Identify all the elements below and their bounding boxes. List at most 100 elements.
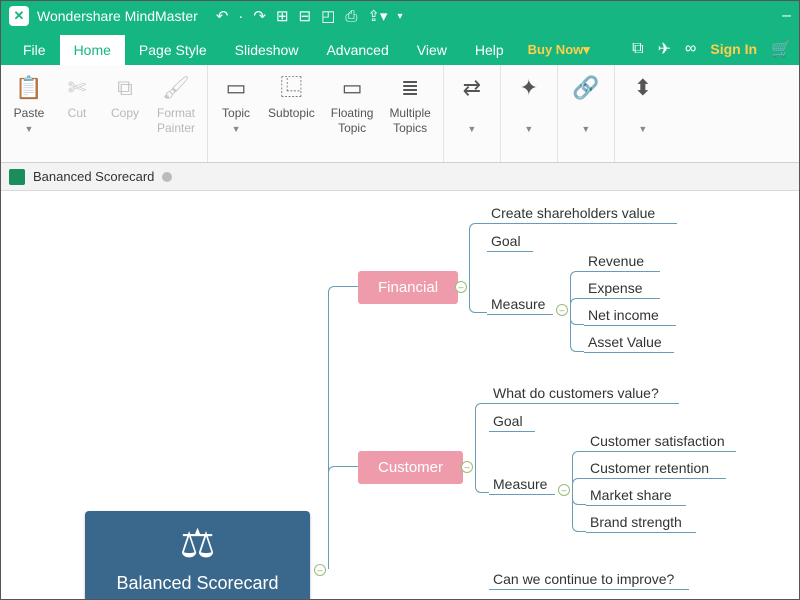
title-bar: ✕ Wondershare MindMaster ↶ · ↷ ⊞ ⊟ ◰ ⎙ ⇪…: [1, 1, 799, 31]
topic-label: Topic: [222, 106, 250, 121]
tab-view[interactable]: View: [403, 35, 461, 65]
app-logo-icon: ✕: [9, 6, 29, 26]
node-text[interactable]: Net income: [588, 307, 659, 323]
node-text[interactable]: Customer satisfaction: [590, 433, 725, 449]
new-icon[interactable]: ⊞: [276, 7, 289, 25]
layout-button[interactable]: ⬍ ▼: [619, 71, 667, 158]
expander-icon[interactable]: –: [461, 461, 473, 473]
tab-file[interactable]: File: [9, 35, 60, 65]
document-name[interactable]: Bananced Scorecard: [33, 169, 154, 184]
tab-home[interactable]: Home: [60, 35, 125, 65]
tab-slideshow[interactable]: Slideshow: [221, 35, 313, 65]
connector: [469, 223, 487, 288]
connector: [475, 468, 489, 493]
multiple-topics-label: Multiple Topics: [389, 106, 430, 136]
redo-icon[interactable]: ↷: [253, 7, 266, 25]
connector: [584, 325, 676, 326]
node-text[interactable]: Can we continue to improve?: [493, 571, 674, 587]
minimize-icon[interactable]: –: [782, 7, 791, 25]
connector: [487, 223, 677, 224]
expander-icon[interactable]: –: [314, 564, 326, 576]
node-financial[interactable]: Financial: [358, 271, 458, 304]
connector: [489, 431, 535, 432]
subtopic-button[interactable]: ⿺ Subtopic: [260, 71, 323, 158]
mark-icon: ✦: [520, 73, 538, 103]
ribbon: 📋 Paste ▼ ✄ Cut ⧉ Copy 🖌 Format Painter …: [1, 65, 799, 163]
scales-icon: ⚖: [85, 521, 310, 567]
node-financial-label: Financial: [378, 279, 438, 296]
multiple-topics-button[interactable]: ≣ Multiple Topics: [381, 71, 438, 158]
copy-button[interactable]: ⧉ Copy: [101, 71, 149, 158]
menu-bar: File Home Page Style Slideshow Advanced …: [1, 31, 799, 65]
node-text[interactable]: Goal: [491, 233, 521, 249]
connector: [586, 505, 686, 506]
node-text[interactable]: Market share: [590, 487, 672, 503]
connector: [570, 298, 584, 311]
expander-icon[interactable]: –: [455, 281, 467, 293]
expander-icon[interactable]: –: [556, 304, 568, 316]
node-text[interactable]: Measure: [491, 296, 545, 312]
document-tab-bar: Bananced Scorecard: [1, 163, 799, 191]
capture-icon[interactable]: ⧉: [632, 40, 643, 58]
chevron-down-icon: ▼: [638, 124, 647, 135]
cut-button[interactable]: ✄ Cut: [53, 71, 101, 158]
node-text[interactable]: Create shareholders value: [491, 205, 655, 221]
paste-label: Paste: [14, 106, 45, 121]
connector: [584, 352, 674, 353]
share-icon[interactable]: ∞: [685, 40, 696, 58]
connector: [586, 478, 726, 479]
mark-button[interactable]: ✦ ▼: [505, 71, 553, 158]
relation-button[interactable]: ⇄ ▼: [448, 71, 496, 158]
tab-page-style[interactable]: Page Style: [125, 35, 221, 65]
floating-topic-label: Floating Topic: [331, 106, 374, 136]
connector: [584, 298, 660, 299]
node-text[interactable]: Measure: [493, 476, 547, 492]
floating-topic-button[interactable]: ▭ Floating Topic: [323, 71, 382, 158]
print-icon[interactable]: ⎙: [345, 8, 357, 25]
node-text[interactable]: Brand strength: [590, 514, 682, 530]
chevron-down-icon: ▼: [232, 124, 241, 135]
node-text[interactable]: Asset Value: [588, 334, 662, 350]
node-root[interactable]: ⚖ Balanced Scorecard: [85, 511, 310, 599]
buy-now-button[interactable]: Buy Now▾: [518, 35, 600, 65]
copy-icon: ⧉: [117, 73, 133, 103]
app-title: Wondershare MindMaster: [37, 8, 198, 24]
mindmap-canvas[interactable]: ⚖ Balanced Scorecard – Financial – Creat…: [1, 191, 799, 599]
chevron-down-icon: ▼: [467, 124, 476, 135]
topic-button[interactable]: ▭ Topic ▼: [212, 71, 260, 158]
node-root-label: Balanced Scorecard: [85, 573, 310, 594]
qat-sep: ·: [238, 8, 243, 25]
open-icon[interactable]: ⊟: [299, 7, 312, 25]
link-icon: 🔗: [572, 73, 599, 103]
connector: [487, 314, 553, 315]
node-text[interactable]: What do customers value?: [493, 385, 659, 401]
chevron-down-icon: ▼: [25, 124, 34, 135]
send-icon[interactable]: ✈: [658, 39, 671, 59]
connector: [570, 311, 584, 352]
node-text[interactable]: Expense: [588, 280, 642, 296]
qat-more-icon[interactable]: ▾: [397, 11, 402, 22]
node-text[interactable]: Goal: [493, 413, 523, 429]
node-text[interactable]: Customer retention: [590, 460, 709, 476]
expander-icon[interactable]: –: [558, 484, 570, 496]
undo-icon[interactable]: ↶: [216, 7, 229, 25]
export-icon[interactable]: ⇪▾: [367, 7, 387, 25]
tab-advanced[interactable]: Advanced: [312, 35, 402, 65]
connector: [475, 403, 489, 468]
node-text[interactable]: Revenue: [588, 253, 644, 269]
paste-button[interactable]: 📋 Paste ▼: [5, 71, 53, 158]
cart-icon[interactable]: 🛒: [771, 39, 791, 59]
save-icon[interactable]: ◰: [321, 7, 335, 25]
node-customer[interactable]: Customer: [358, 451, 463, 484]
connector: [489, 403, 679, 404]
format-painter-button[interactable]: 🖌 Format Painter: [149, 71, 203, 158]
sign-in-button[interactable]: Sign In: [710, 41, 757, 57]
ribbon-group-clipboard: 📋 Paste ▼ ✄ Cut ⧉ Copy 🖌 Format Painter: [1, 65, 208, 162]
format-painter-icon: 🖌: [162, 73, 190, 103]
connector: [487, 251, 533, 252]
ribbon-group-relation: ⇄ ▼: [444, 65, 501, 162]
tab-help[interactable]: Help: [461, 35, 518, 65]
connector: [572, 491, 586, 532]
link-button[interactable]: 🔗 ▼: [562, 71, 610, 158]
ribbon-group-topics: ▭ Topic ▼ ⿺ Subtopic ▭ Floating Topic ≣ …: [208, 65, 444, 162]
